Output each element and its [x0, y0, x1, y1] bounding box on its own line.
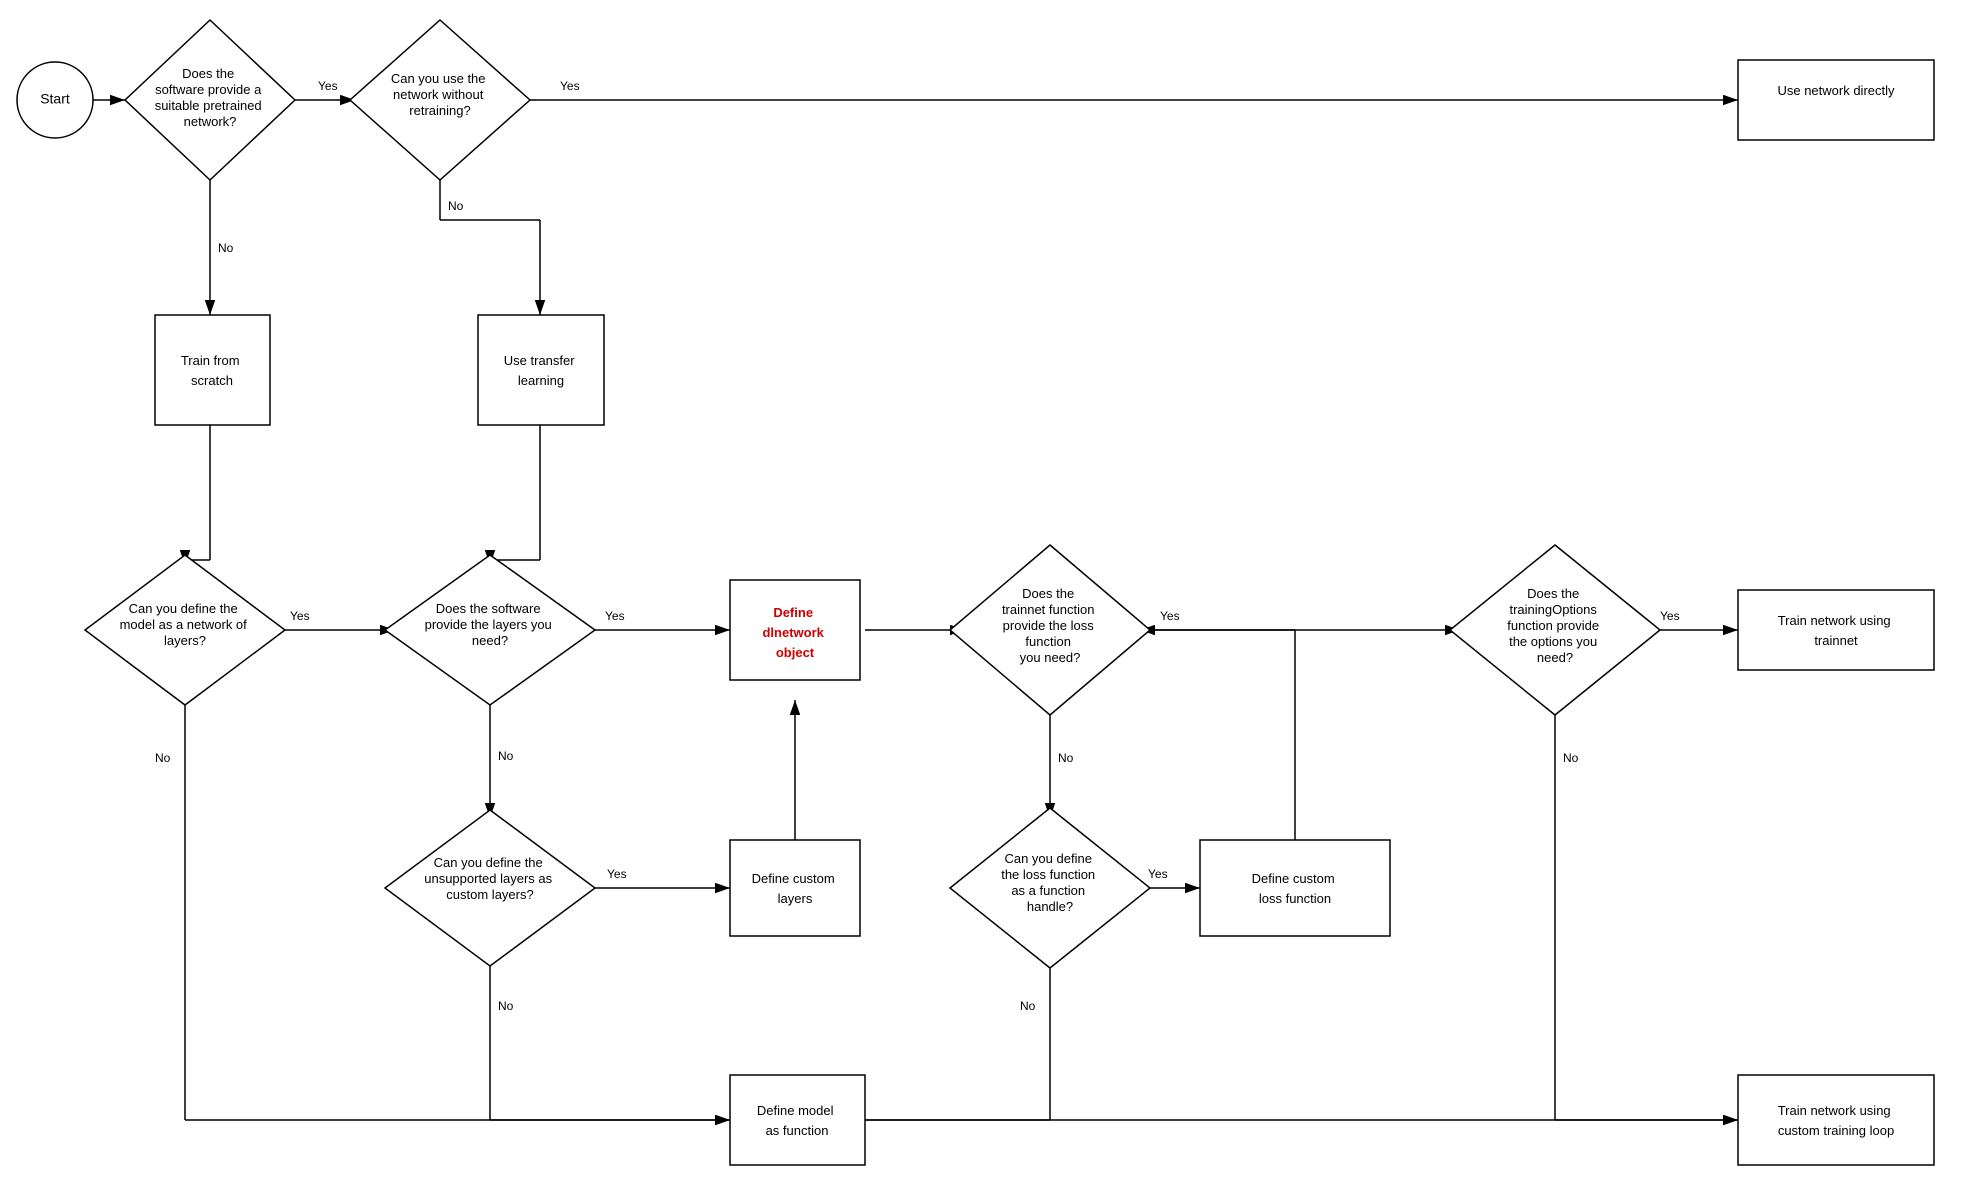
- label-d5-yes: Yes: [1160, 609, 1180, 623]
- diamond-d3: Can you define the model as a network of…: [85, 555, 285, 705]
- use-network-box: [1738, 60, 1934, 140]
- diamond-d2: Can you use the network without retraini…: [350, 20, 530, 180]
- diamond-d6: Does the trainingOptions function provid…: [1450, 545, 1660, 715]
- label-d7-yes: Yes: [607, 867, 627, 881]
- define-custom-loss-box: [1200, 840, 1390, 936]
- label-d4-no: No: [498, 749, 514, 763]
- label-d8-no: No: [1020, 999, 1036, 1013]
- label-d1-yes: Yes: [318, 79, 338, 93]
- label-d5-no: No: [1058, 751, 1074, 765]
- diamond-d4: Does the software provide the layers you…: [385, 555, 595, 705]
- label-d3-no: No: [155, 751, 171, 765]
- train-scratch-box: [155, 315, 270, 425]
- diamond-d1: Does the software provide a suitable pre…: [125, 20, 295, 180]
- train-trainnet-box: [1738, 590, 1934, 670]
- label-d2-no: No: [448, 199, 464, 213]
- label-d6-yes: Yes: [1660, 609, 1680, 623]
- label-d4-yes: Yes: [605, 609, 625, 623]
- train-custom-loop-box: [1738, 1075, 1934, 1165]
- label-d8-yes: Yes: [1148, 867, 1168, 881]
- diamond-d8: Can you define the loss function as a fu…: [950, 808, 1150, 968]
- start-label: Start: [40, 91, 70, 107]
- label-d2-yes: Yes: [560, 79, 580, 93]
- label-d7-no: No: [498, 999, 514, 1013]
- label-d3-yes: Yes: [290, 609, 310, 623]
- diamond-d7: Can you define the unsupported layers as…: [385, 810, 595, 966]
- define-custom-layers-box: [730, 840, 860, 936]
- flowchart: Yes Yes No No Yes Yes Yes Yes No Yes No …: [0, 0, 1974, 1193]
- label-d1-no: No: [218, 241, 234, 255]
- use-network-label: Use network directly: [1777, 83, 1895, 98]
- label-d6-no: No: [1563, 751, 1579, 765]
- diamond-d5: Does the trainnet function provide the l…: [950, 545, 1150, 715]
- use-transfer-box: [478, 315, 604, 425]
- define-model-fn-box: [730, 1075, 865, 1165]
